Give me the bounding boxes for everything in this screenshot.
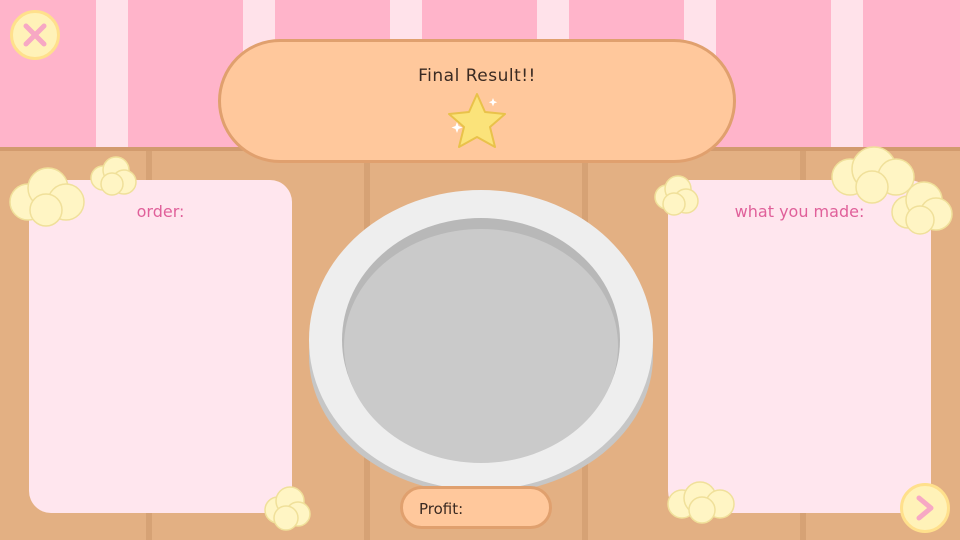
plate	[309, 190, 653, 494]
cream-puff-icon	[891, 181, 953, 235]
cream-puff-icon	[9, 167, 85, 227]
close-icon	[23, 23, 47, 47]
profit-label: Profit:	[419, 500, 464, 518]
cream-puff-icon	[264, 486, 311, 531]
next-button[interactable]	[900, 483, 950, 533]
wallpaper-stripe	[96, 0, 128, 147]
result-title: Final Result!!	[418, 66, 536, 86]
close-button[interactable]	[10, 10, 60, 60]
game-screen: Final Result!! order: what you made: Pro…	[0, 0, 960, 540]
result-banner: Final Result!!	[218, 39, 736, 163]
profit-display: Profit:	[400, 486, 552, 529]
wallpaper-stripe	[831, 0, 863, 147]
order-panel: order:	[29, 180, 292, 513]
cream-puff-icon	[90, 156, 137, 196]
cream-puff-icon	[654, 175, 699, 216]
chevron-right-icon	[916, 495, 934, 521]
cream-puff-icon	[667, 481, 735, 524]
star-icon	[448, 93, 506, 148]
